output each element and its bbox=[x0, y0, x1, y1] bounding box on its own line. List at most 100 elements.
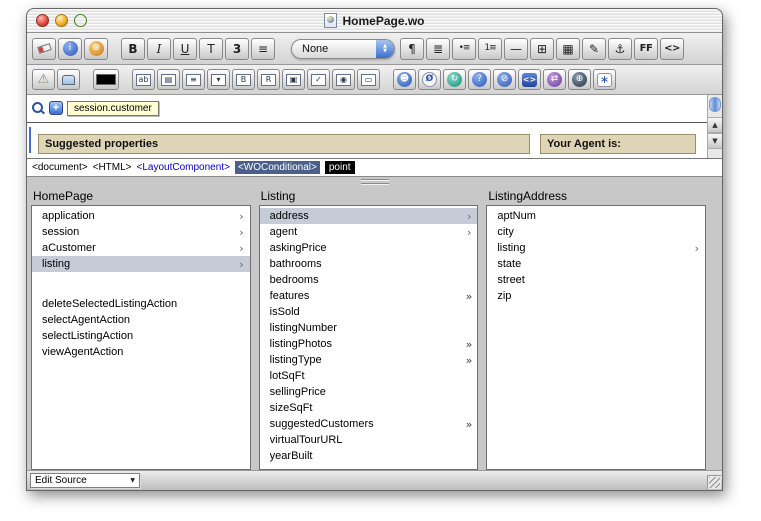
list-item[interactable]: listingType» bbox=[260, 352, 478, 368]
list-item[interactable]: session› bbox=[32, 224, 250, 240]
list-item[interactable]: bathrooms bbox=[260, 256, 478, 272]
list-item[interactable]: selectAgentAction bbox=[32, 312, 250, 328]
list-item[interactable]: yearBuilt bbox=[260, 448, 478, 464]
image-submit-button[interactable]: ▣ bbox=[282, 69, 305, 90]
table-header-cell-agent[interactable]: Your Agent is: bbox=[540, 134, 696, 154]
numbered-list-button[interactable]: 1≡ bbox=[478, 38, 502, 60]
align-button[interactable]: ≡ bbox=[251, 38, 275, 60]
add-binding-button[interactable]: + bbox=[49, 101, 63, 115]
repetition-element-button[interactable]: ↻ bbox=[443, 69, 466, 90]
image-button[interactable]: ▦ bbox=[556, 38, 580, 60]
custom-element-button[interactable]: ∗ bbox=[593, 69, 616, 90]
list-item[interactable]: askingPrice bbox=[260, 240, 478, 256]
path-item[interactable]: <document> bbox=[32, 162, 88, 173]
resize-grip[interactable] bbox=[707, 475, 721, 489]
magnifier-icon[interactable] bbox=[31, 101, 45, 115]
column-list[interactable]: application›session›aCustomer›listing› de… bbox=[31, 205, 251, 470]
path-item[interactable]: point bbox=[325, 161, 355, 174]
frames-button[interactable]: FF bbox=[634, 38, 658, 60]
list-item[interactable]: viewAgentAction bbox=[32, 344, 250, 360]
submit-button[interactable]: B bbox=[232, 69, 255, 90]
list-item[interactable]: bedrooms bbox=[260, 272, 478, 288]
list-item[interactable]: listing› bbox=[32, 256, 250, 272]
hrule-button[interactable]: — bbox=[504, 38, 528, 60]
scroll-down-button[interactable]: ▼ bbox=[708, 133, 722, 149]
heading-button[interactable]: 3 bbox=[225, 38, 249, 60]
column-list[interactable]: address›agent›askingPricebathroomsbedroo… bbox=[259, 205, 479, 470]
list-item[interactable]: lotSqFt bbox=[260, 368, 478, 384]
list-item[interactable]: suggestedCustomers» bbox=[260, 416, 478, 432]
browser-list-button[interactable]: ≡ bbox=[182, 69, 205, 90]
globe-button[interactable]: ⊕ bbox=[84, 38, 108, 60]
list-item[interactable]: aptNum bbox=[487, 208, 705, 224]
pane-splitter[interactable] bbox=[27, 177, 722, 185]
column-list[interactable]: aptNumcitylisting›statestreetzip bbox=[486, 205, 706, 470]
reset-button[interactable]: R bbox=[257, 69, 280, 90]
close-button[interactable] bbox=[36, 14, 49, 27]
paragraph-style-select[interactable]: None▲▼ bbox=[291, 39, 395, 59]
bullet-list-button[interactable]: •≡ bbox=[452, 38, 476, 60]
justify-button[interactable]: ≣ bbox=[426, 38, 450, 60]
list-item[interactable]: sellingPrice bbox=[260, 384, 478, 400]
radio-button[interactable]: ◉ bbox=[332, 69, 355, 90]
pen-button[interactable]: ✎ bbox=[582, 38, 606, 60]
anchor-button[interactable]: ⚓ bbox=[608, 38, 632, 60]
bold-button[interactable]: B bbox=[121, 38, 145, 60]
list-item[interactable]: listingNumber bbox=[260, 320, 478, 336]
tab-button[interactable] bbox=[57, 69, 80, 90]
underline-button[interactable]: U bbox=[173, 38, 197, 60]
path-item[interactable]: <LayoutComponent> bbox=[137, 162, 230, 173]
popup-menu-button[interactable]: ▾ bbox=[207, 69, 230, 90]
list-item[interactable]: state bbox=[487, 256, 705, 272]
teletype-button[interactable]: T bbox=[199, 38, 223, 60]
list-item[interactable]: city bbox=[487, 224, 705, 240]
switch-element-button[interactable]: ⇄ bbox=[543, 69, 566, 90]
edit-mode-popup[interactable]: Edit Source ▼ bbox=[30, 473, 140, 488]
list-item[interactable]: deleteSelectedListingAction bbox=[32, 296, 250, 312]
pilcrow-button[interactable]: ¶ bbox=[400, 38, 424, 60]
editor-scrollbar[interactable]: ▲ ▼ bbox=[707, 95, 722, 158]
text-area-button[interactable]: ▤ bbox=[157, 69, 180, 90]
zoom-button[interactable] bbox=[74, 14, 87, 27]
validate-button[interactable]: ⚠ bbox=[32, 69, 55, 90]
path-item[interactable]: <HTML> bbox=[93, 162, 132, 173]
list-item[interactable]: isSold bbox=[260, 304, 478, 320]
browser-list-icon: ≡ bbox=[186, 74, 201, 86]
text-field-button[interactable]: ab bbox=[132, 69, 155, 90]
component-editor-canvas[interactable]: + session.customer Suggested properties … bbox=[27, 95, 722, 159]
person-element-button[interactable]: ☻ bbox=[393, 69, 416, 90]
minimize-button[interactable] bbox=[55, 14, 68, 27]
table-header-cell-suggested[interactable]: Suggested properties bbox=[38, 134, 530, 154]
list-item[interactable]: address› bbox=[260, 208, 478, 224]
scroll-up-button[interactable]: ▲ bbox=[708, 117, 722, 133]
condition-binding-box[interactable]: session.customer bbox=[67, 101, 159, 116]
list-item[interactable]: listing› bbox=[487, 240, 705, 256]
list-item[interactable]: sizeSqFt bbox=[260, 400, 478, 416]
italic-button[interactable]: I bbox=[147, 38, 171, 60]
list-item[interactable]: listingPhotos» bbox=[260, 336, 478, 352]
list-item[interactable]: application› bbox=[32, 208, 250, 224]
list-item[interactable]: street bbox=[487, 272, 705, 288]
conditional-element-button[interactable]: Ø bbox=[418, 69, 441, 90]
source-button[interactable]: <> bbox=[660, 38, 684, 60]
list-item[interactable]: aCustomer› bbox=[32, 240, 250, 256]
form-button[interactable]: ▭ bbox=[357, 69, 380, 90]
eraser-button[interactable] bbox=[32, 38, 56, 60]
list-item[interactable]: virtualTourURL bbox=[260, 432, 478, 448]
list-item[interactable]: agent› bbox=[260, 224, 478, 240]
list-item[interactable]: features» bbox=[260, 288, 478, 304]
embed-element-button[interactable]: <> bbox=[518, 69, 541, 90]
scrollbar-thumb[interactable] bbox=[709, 97, 721, 112]
web-element-button[interactable]: ⊕ bbox=[568, 69, 591, 90]
list-item[interactable]: zip bbox=[487, 288, 705, 304]
table-button[interactable]: ⊞ bbox=[530, 38, 554, 60]
info-button[interactable]: i bbox=[58, 38, 82, 60]
hyperlink-element-button[interactable]: ⊘ bbox=[493, 69, 516, 90]
help-element-button[interactable]: ? bbox=[468, 69, 491, 90]
list-item[interactable]: selectListingAction bbox=[32, 328, 250, 344]
path-item[interactable]: <WOConditional> bbox=[235, 161, 320, 174]
splitter-handle-icon[interactable] bbox=[361, 179, 389, 184]
titlebar[interactable]: HomePage.wo bbox=[27, 9, 722, 33]
checkbox-button[interactable]: ✓ bbox=[307, 69, 330, 90]
color-swatch-button[interactable] bbox=[93, 69, 119, 90]
